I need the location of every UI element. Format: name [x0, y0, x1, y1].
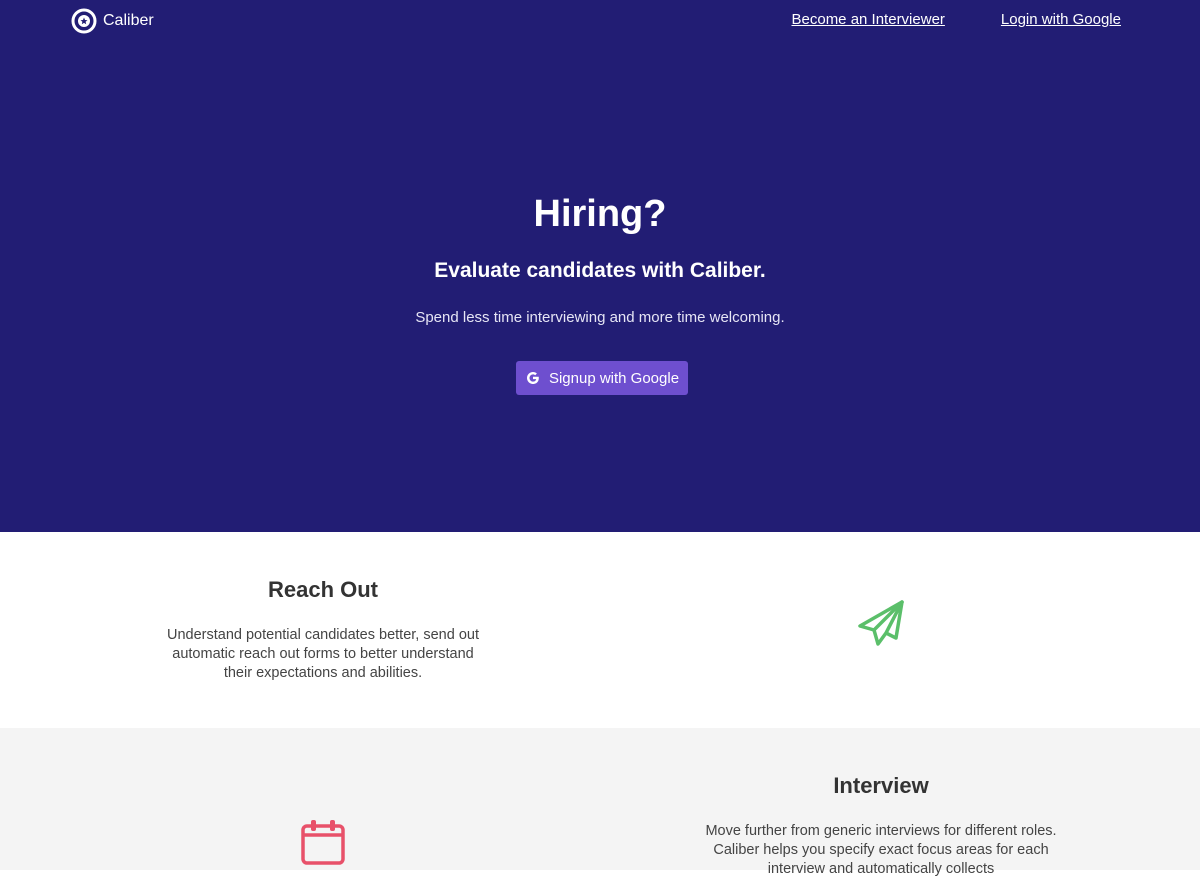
calendar-icon: [301, 820, 345, 865]
feature-title: Interview: [833, 773, 929, 798]
login-google-link[interactable]: Login with Google: [1001, 11, 1121, 28]
google-icon: [526, 372, 539, 384]
signup-google-button[interactable]: Signup with Google: [516, 361, 688, 395]
hero-title: Hiring?: [533, 193, 667, 235]
hero-description: Spend less time interviewing and more ti…: [415, 309, 785, 326]
caliber-logo-icon: [71, 8, 97, 34]
signup-button-label: Signup with Google: [548, 369, 680, 387]
feature-text: Understand potential candidates better, …: [167, 627, 479, 681]
hero-section: Caliber Become an Interviewer Login with…: [0, 0, 1200, 532]
feature-interview: Interview Move further from generic inte…: [0, 728, 1200, 877]
brand-logo[interactable]: Caliber: [71, 8, 154, 34]
feature-text: Move further from generic interviews for…: [705, 823, 1057, 877]
nav-links: Become an Interviewer Login with Google: [792, 11, 1122, 28]
brand-name: Caliber: [103, 12, 154, 29]
paper-plane-icon: [858, 600, 904, 646]
top-nav: Caliber Become an Interviewer Login with…: [0, 0, 1200, 44]
feature-reach-out: Reach Out Understand potential candidate…: [0, 532, 1200, 728]
become-interviewer-link[interactable]: Become an Interviewer: [792, 11, 945, 28]
feature-title: Reach Out: [267, 577, 379, 602]
hero-subtitle: Evaluate candidates with Caliber.: [434, 259, 766, 282]
